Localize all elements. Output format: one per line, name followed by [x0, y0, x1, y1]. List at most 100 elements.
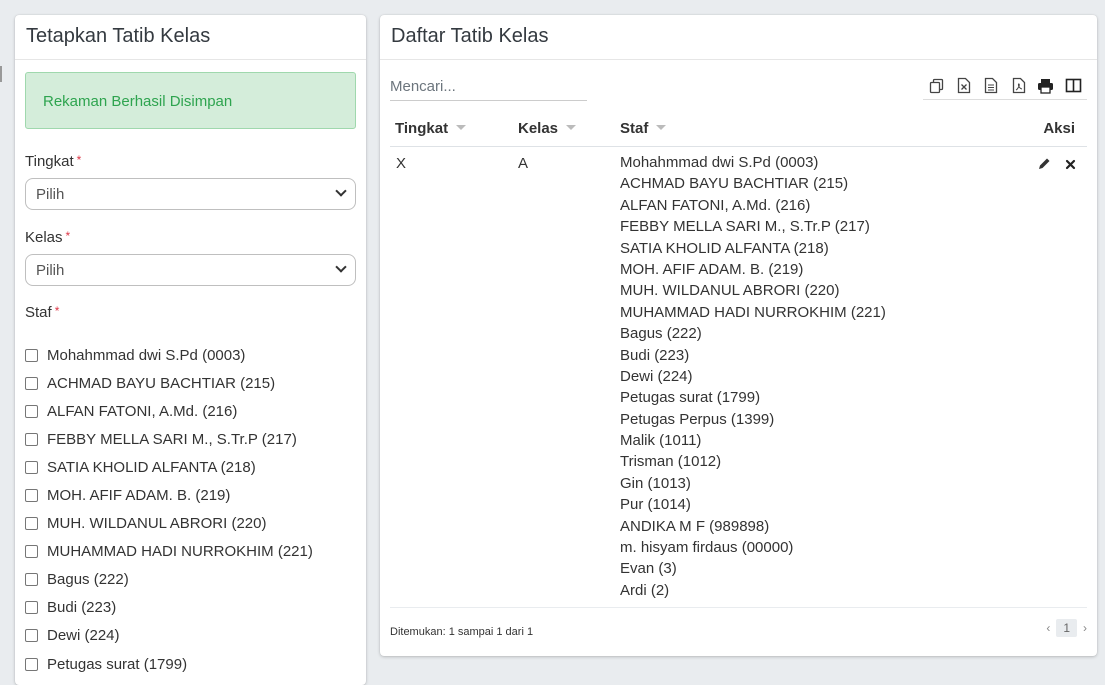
excel-icon[interactable]: [954, 76, 974, 96]
tingkat-label: Tingkat *: [25, 153, 81, 170]
staf-entry: Evan (3): [620, 560, 677, 578]
staf-checkbox[interactable]: [25, 517, 38, 531]
staf-option-label: SATIA KHOLID ALFANTA (218): [47, 458, 256, 476]
close-icon[interactable]: [1065, 157, 1076, 174]
staf-entry: ACHMAD BAYU BACHTIAR (215): [620, 175, 849, 193]
staf-option[interactable]: ACHMAD BAYU BACHTIAR (215): [25, 369, 356, 397]
page-1-button[interactable]: 1: [1056, 619, 1077, 637]
export-toolbar: [923, 72, 1087, 100]
kelas-select[interactable]: Pilih: [25, 254, 356, 286]
page-edge-marker: [0, 66, 2, 82]
column-staf[interactable]: Staf: [620, 120, 667, 137]
staf-option[interactable]: Mohahmmad dwi S.Pd (0003): [25, 341, 356, 369]
staf-entry: Petugas surat (1799): [620, 389, 761, 407]
chevron-down-icon: [335, 185, 347, 197]
print-icon[interactable]: [1036, 76, 1056, 96]
staf-entry: Petugas Perpus (1399): [620, 410, 775, 428]
staf-option[interactable]: MOH. AFIF ADAM. B. (219): [25, 481, 356, 509]
staf-checkbox[interactable]: [25, 657, 38, 671]
staf-entry: Mohahmmad dwi S.Pd (0003): [620, 154, 819, 171]
pagination: ‹ 1 ›: [1046, 619, 1087, 637]
staf-option[interactable]: SATIA KHOLID ALFANTA (218): [25, 453, 356, 481]
staf-option[interactable]: ALFAN FATONI, A.Md. (216): [25, 397, 356, 425]
staf-checkbox[interactable]: [25, 545, 38, 559]
cell-staf: Mohahmmad dwi S.Pd (0003) ACHMAD BAYU BA…: [620, 152, 886, 601]
csv-icon[interactable]: [981, 76, 1001, 96]
staf-option[interactable]: MUHAMMAD HADI NURROKHIM (221): [25, 538, 356, 566]
staf-option-label: ACHMAD BAYU BACHTIAR (215): [47, 374, 276, 392]
staf-entry: Budi (223): [620, 346, 690, 364]
staf-option[interactable]: Petugas surat (1799): [25, 650, 356, 678]
result-summary: Ditemukan: 1 sampai 1 dari 1: [390, 626, 534, 638]
required-mark: *: [54, 304, 60, 318]
staf-option-label: ALFAN FATONI, A.Md. (216): [47, 402, 238, 420]
column-staf-label: Staf: [620, 120, 649, 137]
column-aksi: Aksi: [1043, 120, 1075, 137]
staf-checkbox[interactable]: [25, 404, 38, 418]
staf-option-label: Dewi (224): [47, 627, 120, 645]
tingkat-select[interactable]: Pilih: [25, 178, 356, 210]
staf-option-label: MUHAMMAD HADI NURROKHIM (221): [47, 543, 313, 561]
tingkat-label-text: Tingkat: [25, 153, 74, 170]
tingkat-select-value: Pilih: [36, 186, 65, 203]
required-mark: *: [76, 153, 82, 167]
form-title: Tetapkan Tatib Kelas: [15, 15, 366, 60]
column-kelas[interactable]: Kelas: [518, 120, 577, 137]
table-header: Tingkat Kelas Staf Aksi: [390, 115, 1087, 147]
staf-option[interactable]: Bagus (222): [25, 566, 356, 594]
kelas-label: Kelas *: [25, 229, 70, 246]
staf-option[interactable]: Dewi (224): [25, 622, 356, 650]
kelas-select-value: Pilih: [36, 262, 65, 279]
staf-entry: Bagus (222): [620, 325, 702, 343]
staf-checkbox[interactable]: [25, 629, 38, 643]
staf-option-label: Bagus (222): [47, 571, 129, 589]
list-title: Daftar Tatib Kelas: [380, 15, 1097, 60]
staf-checkbox[interactable]: [25, 601, 38, 615]
chevron-down-icon: [335, 261, 347, 273]
search-input[interactable]: Mencari...: [390, 76, 587, 101]
column-tingkat[interactable]: Tingkat: [395, 120, 467, 137]
staf-checkbox[interactable]: [25, 348, 38, 362]
staf-checkbox[interactable]: [25, 460, 38, 474]
column-kelas-label: Kelas: [518, 120, 559, 137]
prev-page-button[interactable]: ‹: [1046, 621, 1050, 635]
staf-option[interactable]: FEBBY MELLA SARI M., S.Tr.P (217): [25, 425, 356, 453]
staf-checkbox[interactable]: [25, 573, 38, 587]
staf-entry: m. hisyam firdaus (00000): [620, 539, 794, 557]
staf-option-label: MUH. WILDANUL ABRORI (220): [47, 515, 267, 533]
copy-icon[interactable]: [927, 76, 947, 96]
sort-icon: [566, 125, 577, 130]
staf-option-label: Budi (223): [47, 599, 117, 617]
staf-entry: Dewi (224): [620, 367, 693, 385]
success-alert: Rekaman Berhasil Disimpan: [25, 72, 356, 129]
staf-checkbox-list: Mohahmmad dwi S.Pd (0003) ACHMAD BAYU BA…: [25, 341, 356, 678]
staf-entry: Ardi (2): [620, 581, 670, 599]
staf-option[interactable]: Budi (223): [25, 594, 356, 622]
kelas-label-text: Kelas: [25, 229, 63, 246]
cell-tingkat: X: [396, 155, 407, 172]
staf-label-text: Staf: [25, 304, 52, 321]
required-mark: *: [65, 229, 71, 243]
pdf-icon[interactable]: [1009, 76, 1029, 96]
assign-form-card: Tetapkan Tatib Kelas Rekaman Berhasil Di…: [15, 15, 366, 685]
staf-entry: MUHAMMAD HADI NURROKHIM (221): [620, 303, 886, 321]
staf-entry: Gin (1013): [620, 474, 691, 492]
staf-option[interactable]: MUH. WILDANUL ABRORI (220): [25, 510, 356, 538]
staf-entry: SATIA KHOLID ALFANTA (218): [620, 239, 829, 257]
staf-checkbox[interactable]: [25, 489, 38, 503]
column-tingkat-label: Tingkat: [395, 120, 449, 137]
staf-entry: ANDIKA M F (989898): [620, 517, 770, 535]
sort-icon: [656, 125, 667, 130]
staf-label: Staf *: [25, 304, 59, 321]
columns-icon[interactable]: [1063, 76, 1083, 96]
list-card: Daftar Tatib Kelas Mencari... Tingkat Ke…: [380, 15, 1097, 656]
pencil-icon[interactable]: [1038, 157, 1051, 174]
staf-checkbox[interactable]: [25, 376, 38, 390]
next-page-button[interactable]: ›: [1083, 621, 1087, 635]
cell-kelas: A: [518, 155, 529, 172]
staf-checkbox[interactable]: [25, 432, 38, 446]
staf-entry: Pur (1014): [620, 496, 691, 514]
sort-icon: [456, 125, 467, 130]
staf-option-label: Mohahmmad dwi S.Pd (0003): [47, 346, 246, 364]
staf-entry: Malik (1011): [620, 432, 702, 450]
